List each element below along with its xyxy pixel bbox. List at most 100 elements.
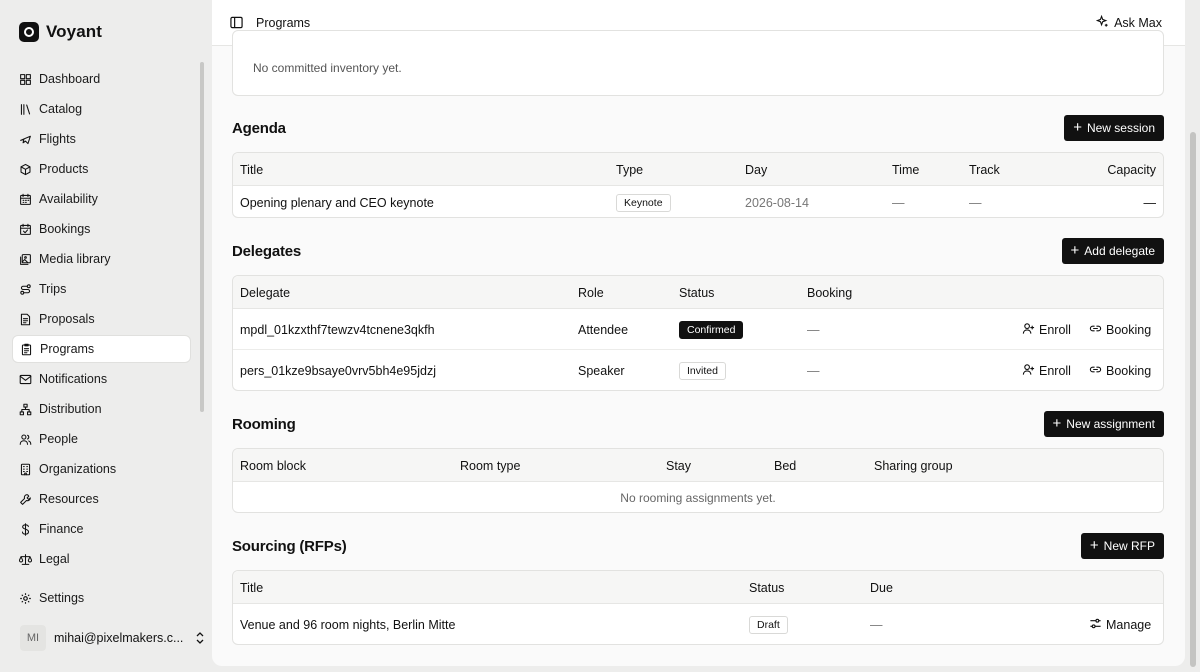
sidebar-item-trips[interactable]: Trips bbox=[12, 275, 191, 303]
sourcing-table: Title Status Due Venue and 96 room night… bbox=[232, 570, 1164, 645]
table-header: Room block Room type Stay Bed Sharing gr… bbox=[233, 449, 1163, 482]
sidebar: Voyant Dashboard Catalog Flights Products Av… bbox=[0, 0, 212, 672]
sidebar-item-organizations[interactable]: Organizations bbox=[12, 455, 191, 483]
enroll-label: Enroll bbox=[1039, 363, 1071, 378]
manage-button[interactable]: Manage bbox=[1089, 617, 1151, 633]
sidebar-item-label: Availability bbox=[39, 192, 98, 206]
delegate-booking: — bbox=[807, 322, 820, 337]
booking-link-button[interactable]: Booking bbox=[1089, 322, 1151, 338]
sidebar-item-label: Organizations bbox=[39, 462, 117, 476]
new-session-button[interactable]: + New session bbox=[1064, 115, 1164, 141]
column-header[interactable]: Type bbox=[616, 153, 643, 186]
enroll-button[interactable]: Enroll bbox=[1022, 363, 1071, 379]
calendar-icon bbox=[19, 193, 32, 206]
sidebar-item-label: Media library bbox=[39, 252, 111, 266]
session-capacity: — bbox=[1143, 195, 1157, 210]
ask-max-button[interactable]: Ask Max bbox=[1095, 14, 1162, 31]
inventory-empty: No committed inventory yet. bbox=[253, 61, 402, 75]
sidebar-scrollbar[interactable] bbox=[200, 62, 204, 412]
rooming-empty: No rooming assignments yet. bbox=[620, 491, 776, 505]
sidebar-item-label: Legal bbox=[39, 552, 70, 566]
file-text-icon bbox=[19, 313, 32, 326]
delegate-role: Attendee bbox=[578, 322, 629, 337]
column-header[interactable]: Status bbox=[679, 276, 714, 309]
session-track: — bbox=[969, 195, 982, 210]
sidebar-item-label: Distribution bbox=[39, 402, 102, 416]
sidebar-item-settings[interactable]: Settings bbox=[12, 584, 191, 612]
add-delegate-label: Add delegate bbox=[1084, 244, 1155, 258]
link-icon bbox=[1089, 322, 1102, 338]
column-header[interactable]: Booking bbox=[807, 276, 852, 309]
sidebar-item-label: Settings bbox=[39, 591, 85, 605]
table-row[interactable]: Venue and 96 room nights, Berlin Mitte D… bbox=[233, 604, 1163, 645]
new-assignment-button[interactable]: + New assignment bbox=[1043, 411, 1164, 437]
network-icon bbox=[19, 403, 32, 416]
sidebar-item-notifications[interactable]: Notifications bbox=[12, 365, 191, 393]
inventory-card: No committed inventory yet. bbox=[232, 30, 1164, 96]
column-header[interactable]: Title bbox=[240, 153, 263, 186]
column-header[interactable]: Title bbox=[240, 571, 263, 604]
sidebar-item-availability[interactable]: Availability bbox=[12, 185, 191, 213]
column-header[interactable]: Due bbox=[870, 571, 893, 604]
enroll-label: Enroll bbox=[1039, 322, 1071, 337]
sidebar-item-finance[interactable]: Finance bbox=[12, 515, 191, 543]
calendar-check-icon bbox=[19, 223, 32, 236]
sidebar-item-proposals[interactable]: Proposals bbox=[12, 305, 191, 333]
plus-icon: + bbox=[1052, 415, 1062, 432]
delegates-title: Delegates bbox=[232, 243, 302, 260]
sidebar-item-bookings[interactable]: Bookings bbox=[12, 215, 191, 243]
column-header[interactable]: Bed bbox=[774, 449, 796, 482]
new-rfp-label: New RFP bbox=[1103, 539, 1155, 553]
column-header[interactable]: Status bbox=[749, 571, 784, 604]
booking-link-button[interactable]: Booking bbox=[1089, 363, 1151, 379]
plus-icon: + bbox=[1073, 119, 1082, 136]
sidebar-item-legal[interactable]: Legal bbox=[12, 545, 191, 573]
sidebar-item-label: Dashboard bbox=[39, 72, 101, 86]
ask-max-label: Ask Max bbox=[1114, 16, 1162, 30]
rooming-title: Rooming bbox=[232, 416, 296, 433]
sidebar-item-label: Proposals bbox=[39, 312, 95, 326]
breadcrumb: Programs bbox=[256, 16, 311, 30]
add-delegate-button[interactable]: + Add delegate bbox=[1061, 238, 1164, 264]
sidebar-item-catalog[interactable]: Catalog bbox=[12, 95, 191, 123]
sidebar-item-label: Resources bbox=[39, 492, 99, 506]
brand-name: Voyant bbox=[46, 22, 103, 41]
status-badge: Invited bbox=[679, 361, 726, 380]
sidebar-item-resources[interactable]: Resources bbox=[12, 485, 191, 513]
sidebar-item-products[interactable]: Products bbox=[12, 155, 191, 183]
column-header[interactable]: Role bbox=[578, 276, 604, 309]
table-row[interactable]: pers_01kze9bsaye0vrv5bh4e95jdzj Speaker … bbox=[233, 350, 1163, 391]
column-header[interactable]: Room block bbox=[240, 449, 306, 482]
plus-icon: + bbox=[1070, 242, 1080, 259]
sidebar-item-programs[interactable]: Programs bbox=[12, 335, 191, 363]
main-scrollbar[interactable] bbox=[1190, 132, 1196, 667]
enroll-button[interactable]: Enroll bbox=[1022, 322, 1071, 338]
user-plus-icon bbox=[1022, 322, 1035, 338]
images-icon bbox=[19, 253, 32, 266]
brand[interactable]: Voyant bbox=[19, 22, 102, 42]
status-badge: Confirmed bbox=[679, 320, 744, 339]
sidebar-item-people[interactable]: People bbox=[12, 425, 191, 453]
column-header[interactable]: Stay bbox=[666, 449, 691, 482]
user-menu[interactable]: MI mihai@pixelmakers.c... bbox=[20, 625, 205, 651]
column-header[interactable]: Track bbox=[969, 153, 1000, 186]
column-header[interactable]: Delegate bbox=[240, 276, 290, 309]
table-header: Delegate Role Status Booking bbox=[233, 276, 1163, 309]
sidebar-toggle-icon[interactable] bbox=[230, 16, 243, 29]
new-rfp-button[interactable]: + New RFP bbox=[1080, 533, 1164, 559]
column-header[interactable]: Sharing group bbox=[874, 449, 953, 482]
sidebar-item-dashboard[interactable]: Dashboard bbox=[12, 65, 191, 93]
sidebar-item-flights[interactable]: Flights bbox=[12, 125, 191, 153]
table-row[interactable]: Opening plenary and CEO keynote Keynote … bbox=[233, 186, 1163, 219]
sidebar-item-media-library[interactable]: Media library bbox=[12, 245, 191, 273]
column-header[interactable]: Day bbox=[745, 153, 767, 186]
column-header[interactable]: Capacity bbox=[1107, 153, 1156, 186]
user-plus-icon bbox=[1022, 363, 1035, 379]
table-row[interactable]: mpdl_01kzxthf7tewzv4tcnene3qkfh Attendee… bbox=[233, 309, 1163, 350]
column-header[interactable]: Room type bbox=[460, 449, 520, 482]
sidebar-item-distribution[interactable]: Distribution bbox=[12, 395, 191, 423]
clipboard-icon bbox=[20, 343, 33, 356]
plus-icon: + bbox=[1089, 537, 1099, 554]
type-badge: Keynote bbox=[616, 193, 671, 212]
column-header[interactable]: Time bbox=[892, 153, 919, 186]
